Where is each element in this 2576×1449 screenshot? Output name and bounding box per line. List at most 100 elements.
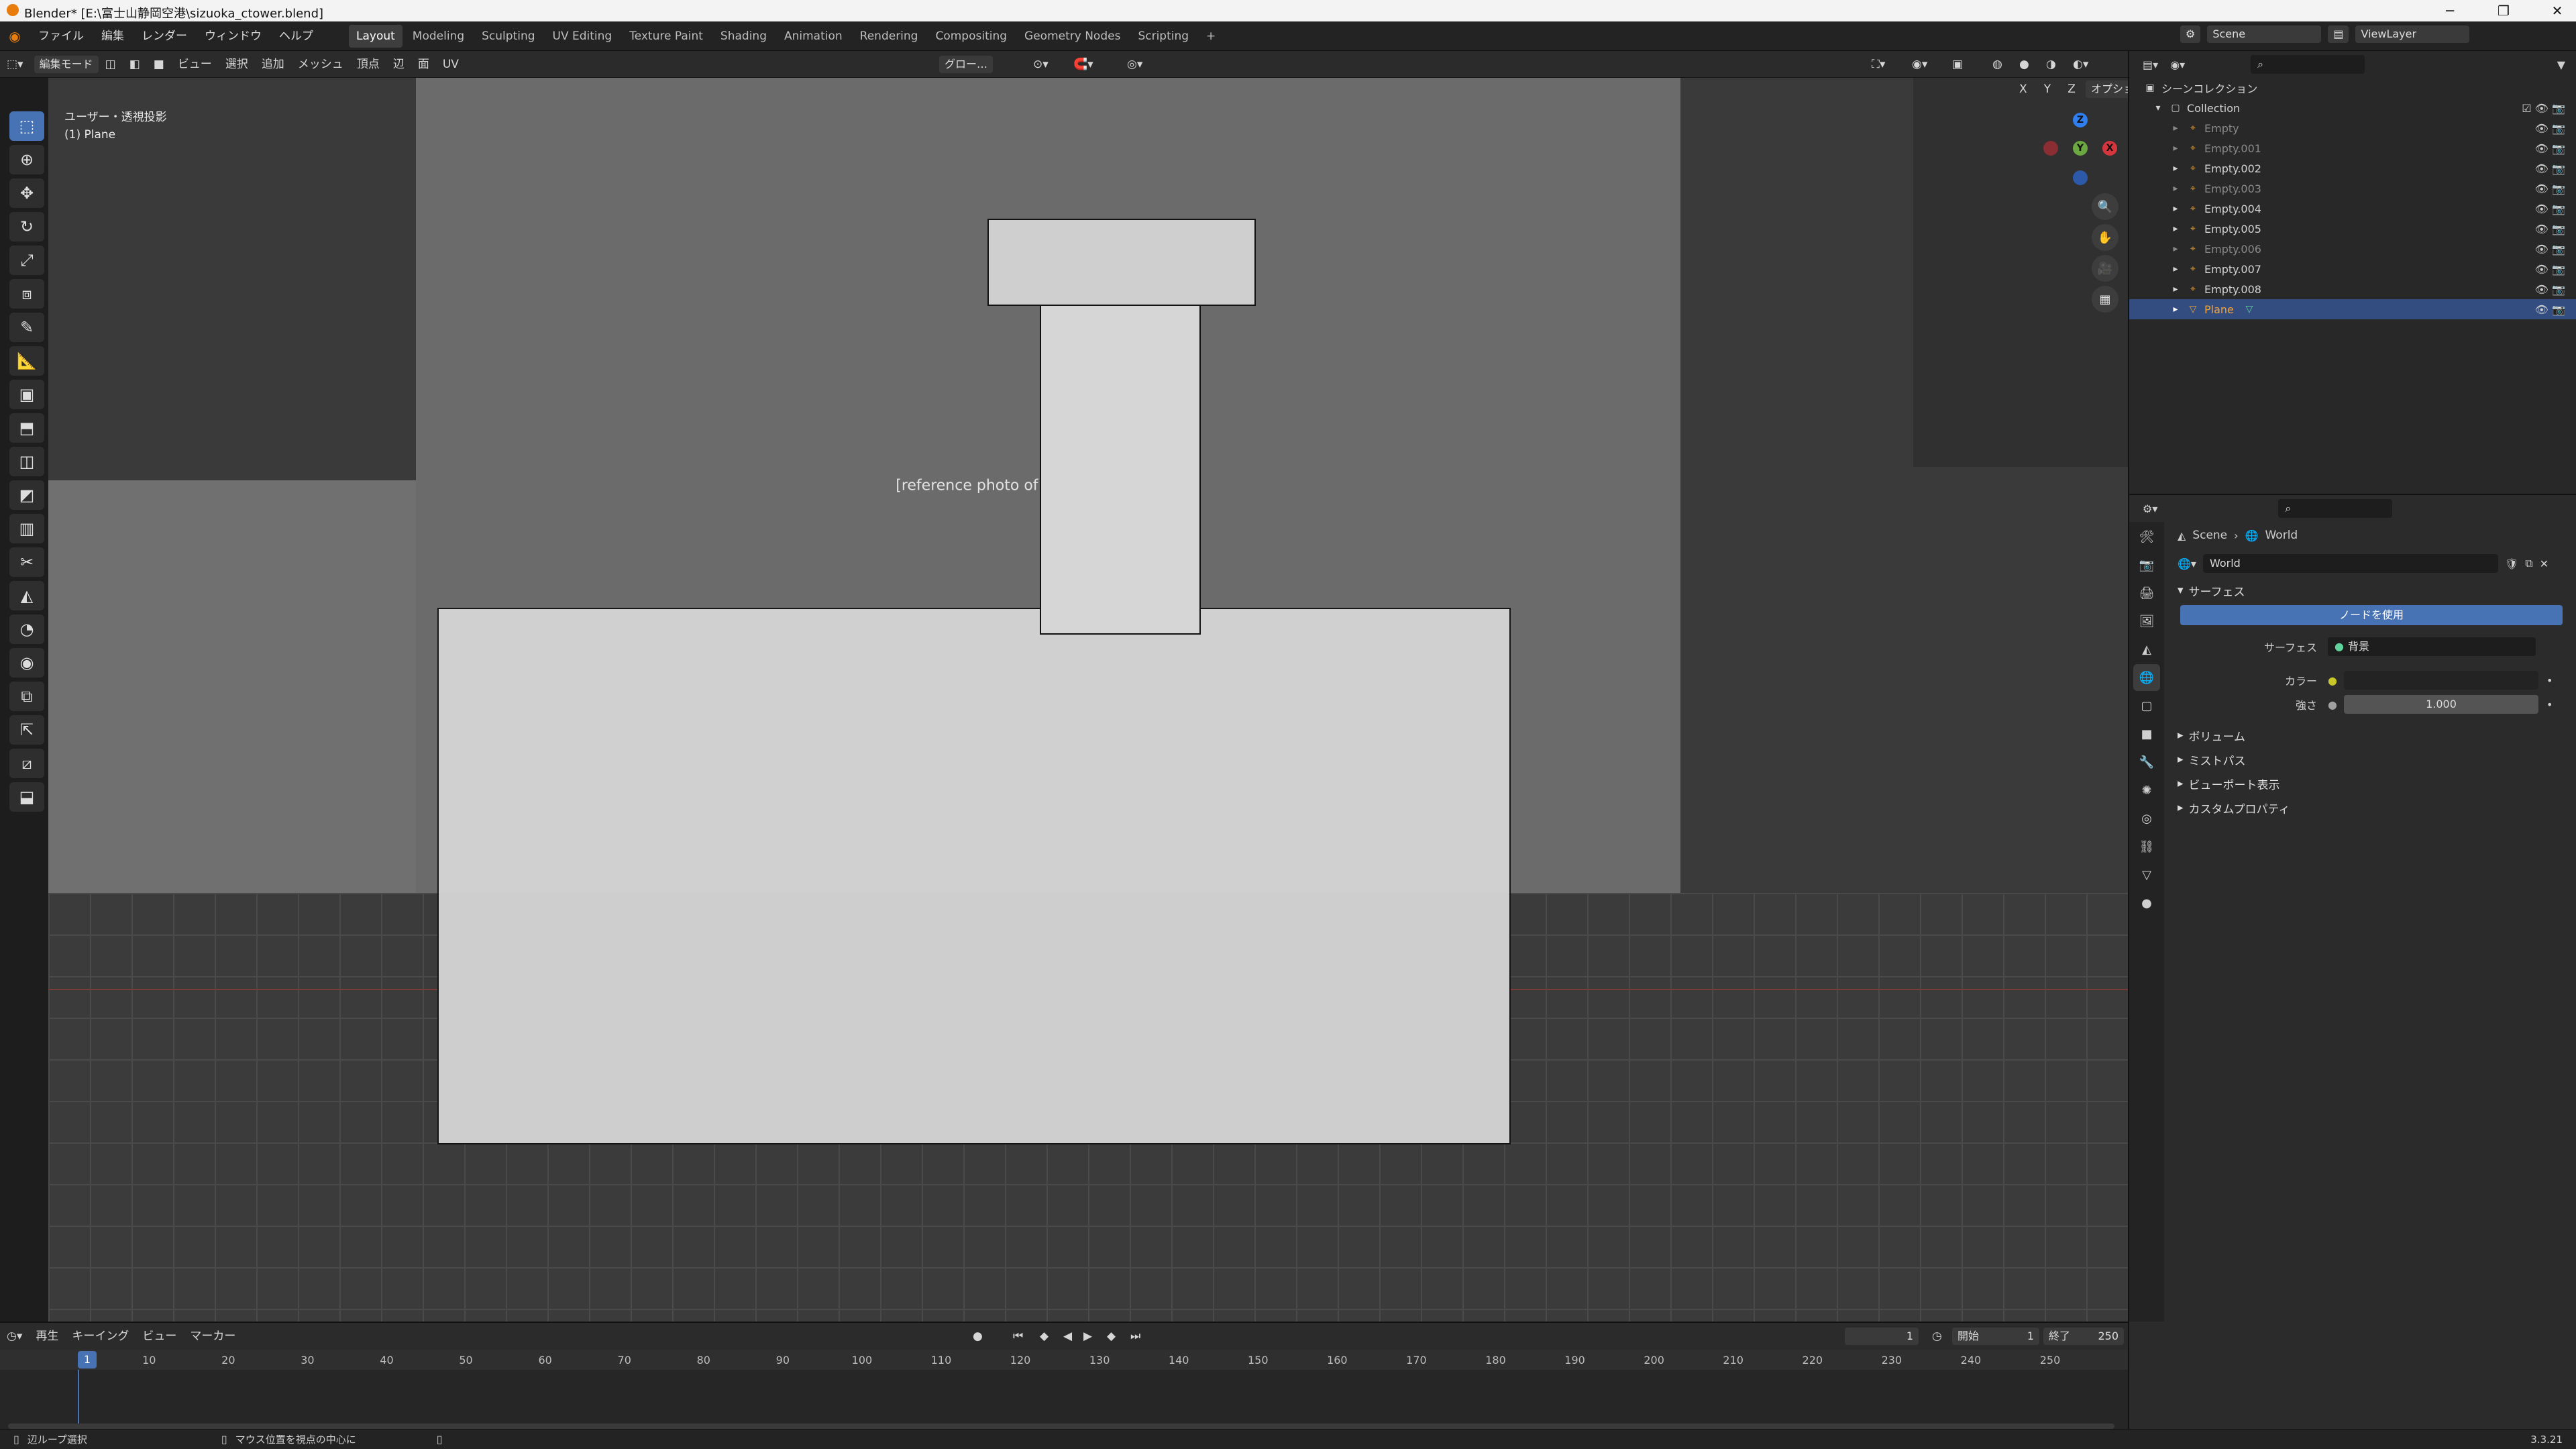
- outliner-scene-collection[interactable]: ▣ シーンコレクション: [2129, 78, 2576, 98]
- snap-icon[interactable]: 🧲▾: [1067, 51, 1100, 78]
- shrink-fatten-tool-icon[interactable]: ⇱: [9, 715, 44, 745]
- tower-cab-mesh[interactable]: [987, 219, 1256, 306]
- add-cube-tool-icon[interactable]: ▣: [9, 380, 44, 409]
- outliner-item-empty-004[interactable]: ▸ ⌖ Empty.004 👁 📷: [2129, 199, 2576, 219]
- xray-icon[interactable]: ▣: [1945, 51, 1970, 78]
- menu-render[interactable]: レンダー: [133, 21, 196, 51]
- visibility-icon[interactable]: 👁 📷: [2535, 122, 2565, 135]
- menu-keying[interactable]: キーイング: [65, 1323, 136, 1350]
- menu-uv[interactable]: UV: [436, 51, 466, 78]
- menu-vertex[interactable]: 頂点: [350, 51, 386, 78]
- jump-end-icon[interactable]: ⏭: [1124, 1323, 1147, 1350]
- visibility-icon[interactable]: 👁 📷: [2535, 182, 2565, 195]
- world-datablock-icon[interactable]: 🌐▾: [2178, 557, 2196, 570]
- camera-view-icon[interactable]: 🎥: [2092, 255, 2118, 282]
- tower-mesh[interactable]: [437, 608, 1511, 1144]
- select-box-tool-icon[interactable]: ⬚: [9, 111, 44, 141]
- constraints-tab-icon[interactable]: ⛓: [2133, 833, 2160, 860]
- visibility-icon[interactable]: 👁 📷: [2535, 263, 2565, 276]
- outliner-item-empty-005[interactable]: ▸ ⌖ Empty.005 👁 📷: [2129, 219, 2576, 239]
- tab-texture-paint[interactable]: Texture Paint: [622, 25, 710, 48]
- vertex-select-icon[interactable]: ◫: [99, 51, 123, 78]
- outliner-collection[interactable]: ▾ ▢ Collection ☑ 👁 📷: [2129, 98, 2576, 118]
- maximize-button[interactable]: ❐: [2485, 0, 2522, 21]
- expand-icon[interactable]: ▸: [2169, 122, 2182, 134]
- output-tab-icon[interactable]: 🖨: [2133, 580, 2160, 606]
- poly-build-tool-icon[interactable]: ◭: [9, 581, 44, 610]
- measure-tool-icon[interactable]: 📐: [9, 346, 44, 376]
- surface-panel-header[interactable]: ▾ サーフェス: [2167, 578, 2576, 602]
- outliner-item-empty-003[interactable]: ▸ ⌖ Empty.003 👁 📷: [2129, 178, 2576, 199]
- particles-tab-icon[interactable]: ✺: [2133, 777, 2160, 804]
- outliner-editor-icon[interactable]: ▤▾: [2143, 58, 2158, 71]
- visibility-icon[interactable]: 👁 📷: [2535, 243, 2565, 256]
- pivot-icon[interactable]: ⊙▾: [1026, 51, 1055, 78]
- playhead[interactable]: 1: [78, 1351, 97, 1368]
- outliner-search-input[interactable]: ⌕: [2251, 55, 2365, 74]
- view-layer-field[interactable]: ViewLayer: [2355, 25, 2470, 43]
- edge-select-icon[interactable]: ◧: [123, 51, 147, 78]
- rotate-tool-icon[interactable]: ↻: [9, 212, 44, 241]
- menu-file[interactable]: ファイル: [30, 21, 93, 51]
- next-key-icon[interactable]: ◆: [1100, 1323, 1122, 1350]
- view-layer-icon[interactable]: ▤: [2328, 25, 2349, 43]
- shear-tool-icon[interactable]: ⧄: [9, 749, 44, 778]
- expand-icon[interactable]: ▸: [2169, 263, 2182, 275]
- face-select-icon[interactable]: ■: [147, 51, 171, 78]
- tab-uv-editing[interactable]: UV Editing: [545, 25, 620, 48]
- editor-type-icon[interactable]: ⬚▾: [0, 51, 30, 78]
- menu-add[interactable]: 追加: [255, 51, 291, 78]
- end-frame-field[interactable]: 終了 250: [2043, 1328, 2124, 1345]
- loop-cut-tool-icon[interactable]: ▥: [9, 514, 44, 543]
- volume-panel-header[interactable]: ▸ ボリューム: [2167, 723, 2576, 747]
- expand-icon[interactable]: ▸: [2169, 243, 2182, 255]
- surface-shader-field[interactable]: ● 背景: [2328, 637, 2536, 656]
- outliner-item-empty-002[interactable]: ▸ ⌖ Empty.002 👁 📷: [2129, 158, 2576, 178]
- zoom-icon[interactable]: 🔍: [2092, 193, 2118, 220]
- physics-tab-icon[interactable]: ◎: [2133, 805, 2160, 832]
- scene-name-field[interactable]: Scene: [2207, 25, 2322, 43]
- expand-icon[interactable]: ▸: [2169, 283, 2182, 295]
- overlay-icon[interactable]: ◉▾: [1905, 51, 1934, 78]
- play-reverse-icon[interactable]: ◀: [1057, 1323, 1079, 1350]
- outliner-filter-icon[interactable]: ▼: [2557, 58, 2565, 71]
- visibility-icon[interactable]: 👁 📷: [2535, 223, 2565, 235]
- properties-editor-icon[interactable]: ⚙▾: [2143, 502, 2157, 515]
- gizmo-y-icon[interactable]: Y: [2073, 141, 2088, 156]
- navigation-gizmo[interactable]: Z Y X: [2037, 106, 2124, 193]
- play-icon[interactable]: ▶: [1077, 1323, 1099, 1350]
- preview-range-icon[interactable]: ◷: [1925, 1323, 1949, 1350]
- tab-animation[interactable]: Animation: [777, 25, 850, 48]
- tab-modeling[interactable]: Modeling: [405, 25, 472, 48]
- unlink-icon[interactable]: ✕: [2540, 557, 2548, 570]
- color-keyframe-icon[interactable]: •: [2546, 674, 2553, 687]
- tab-layout[interactable]: Layout: [349, 24, 402, 48]
- tool-tab-icon[interactable]: 🛠: [2133, 523, 2160, 550]
- axis-z-toggle[interactable]: Z: [2061, 83, 2082, 96]
- expand-icon[interactable]: ▸: [2169, 223, 2182, 235]
- gizmo-x-icon[interactable]: X: [2102, 141, 2117, 156]
- tab-scripting[interactable]: Scripting: [1130, 25, 1196, 48]
- menu-mesh[interactable]: メッシュ: [291, 51, 350, 78]
- visibility-icon[interactable]: 👁 📷: [2535, 283, 2565, 296]
- timeline-scrollbar[interactable]: [8, 1424, 2114, 1429]
- close-window-button[interactable]: ✕: [2538, 0, 2576, 21]
- color-swatch[interactable]: [2343, 671, 2538, 690]
- timeline-editor-icon[interactable]: ◷▾: [0, 1323, 29, 1350]
- mist-pass-panel-header[interactable]: ▸ ミストパス: [2167, 747, 2576, 771]
- view-layer-tab-icon[interactable]: 🖼: [2133, 608, 2160, 635]
- transform-tool-icon[interactable]: ⧈: [9, 279, 44, 309]
- scale-tool-icon[interactable]: ⤢: [9, 246, 44, 275]
- tab-shading[interactable]: Shading: [713, 25, 774, 48]
- blender-menu-icon[interactable]: ◉: [0, 28, 30, 44]
- scene-icon[interactable]: ⚙: [2180, 25, 2201, 43]
- menu-select[interactable]: 選択: [219, 51, 255, 78]
- gizmo-neg-z-icon[interactable]: [2073, 170, 2088, 185]
- spin-tool-icon[interactable]: ◔: [9, 614, 44, 644]
- tab-geometry-nodes[interactable]: Geometry Nodes: [1017, 25, 1128, 48]
- outliner-item-empty-001[interactable]: ▸ ⌖ Empty.001 👁 📷: [2129, 138, 2576, 158]
- shading-rendered-icon[interactable]: ◐▾: [2066, 51, 2095, 78]
- tab-compositing[interactable]: Compositing: [928, 25, 1014, 48]
- timeline-body[interactable]: [0, 1370, 2128, 1430]
- render-tab-icon[interactable]: 📷: [2133, 551, 2160, 578]
